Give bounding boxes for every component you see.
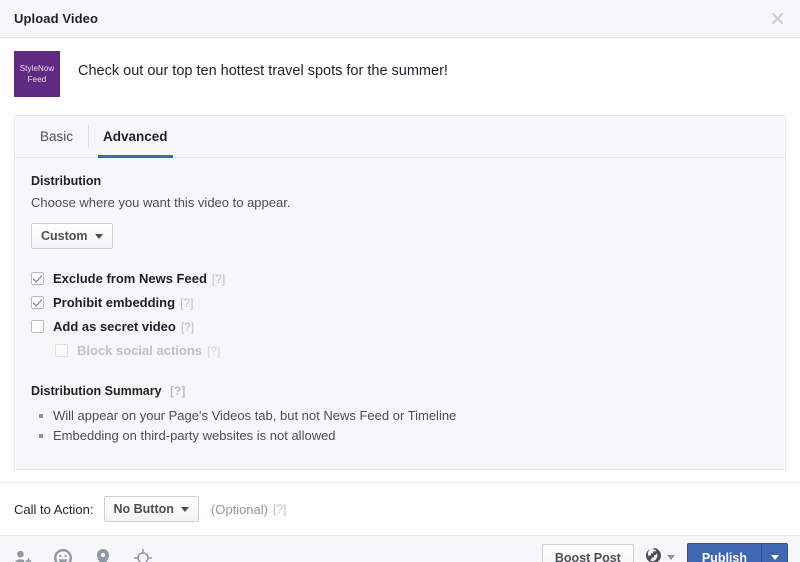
- publish-dropdown-button[interactable]: [761, 543, 787, 562]
- targeting-crosshair-icon[interactable]: [132, 547, 154, 562]
- distribution-summary: Distribution Summary [?] Will appear on …: [31, 384, 769, 445]
- call-to-action-optional-text: (Optional): [210, 501, 268, 517]
- distribution-select[interactable]: Custom: [31, 223, 113, 249]
- tag-person-icon[interactable]: [12, 547, 34, 562]
- distribution-summary-heading: Distribution Summary [?]: [31, 384, 769, 398]
- checkbox-secret-video[interactable]: [31, 320, 44, 333]
- help-icon-secret-video[interactable]: [?]: [181, 320, 194, 334]
- thumbnail-line-1: StyleNow: [19, 64, 55, 73]
- chevron-down-icon: [94, 233, 103, 239]
- tab-strip: Basic Advanced: [15, 116, 785, 158]
- tab-panel: Basic Advanced Distribution Choose where…: [14, 115, 786, 470]
- upload-video-dialog: Upload Video StyleNow Feed Check out our…: [0, 0, 800, 562]
- tab-basic[interactable]: Basic: [25, 116, 88, 157]
- distribution-select-value: Custom: [41, 229, 88, 243]
- page-title: Upload Video: [14, 11, 99, 26]
- distribution-summary-title-text: Distribution Summary: [31, 384, 162, 398]
- list-item: Will appear on your Page's Videos tab, b…: [39, 407, 769, 425]
- checkbox-row-secret-video[interactable]: Add as secret video [?]: [31, 315, 769, 338]
- video-thumbnail: StyleNow Feed: [14, 51, 60, 97]
- boost-post-button[interactable]: Boost Post: [541, 543, 634, 562]
- checkbox-label-block-social-actions: Block social actions: [77, 343, 202, 358]
- tab-content-advanced: Distribution Choose where you want this …: [15, 158, 785, 469]
- publish-button-group: Publish: [686, 542, 788, 562]
- boost-post-label: Boost Post: [554, 550, 621, 562]
- location-pin-icon[interactable]: [92, 547, 114, 562]
- checkbox-row-exclude-news-feed[interactable]: Exclude from News Feed [?]: [31, 267, 769, 290]
- checkbox-label-secret-video: Add as secret video: [53, 319, 176, 334]
- help-icon-exclude-news-feed[interactable]: [?]: [212, 272, 225, 286]
- distribution-heading: Distribution: [31, 174, 102, 188]
- globe-icon: [645, 547, 661, 562]
- chevron-down-icon: [770, 555, 779, 560]
- checkbox-label-prohibit-embedding: Prohibit embedding: [53, 295, 176, 310]
- distribution-options: Exclude from News Feed [?] Prohibit embe…: [31, 267, 769, 362]
- close-icon[interactable]: [764, 6, 790, 32]
- composer-tools: [12, 547, 154, 562]
- checkbox-row-prohibit-embedding[interactable]: Prohibit embedding [?]: [31, 291, 769, 314]
- checkbox-label-exclude-news-feed: Exclude from News Feed: [53, 271, 207, 286]
- tab-advanced-label: Advanced: [103, 129, 168, 144]
- post-caption-text[interactable]: Check out our top ten hottest travel spo…: [78, 51, 448, 81]
- composer-row: StyleNow Feed Check out our top ten hott…: [0, 38, 800, 109]
- chevron-down-icon: [666, 555, 675, 560]
- distribution-description: Choose where you want this video to appe…: [31, 195, 291, 210]
- checkbox-row-block-social-actions: Block social actions [?]: [31, 339, 769, 362]
- chevron-down-icon: [180, 506, 189, 512]
- publish-button[interactable]: Publish: [687, 543, 761, 562]
- call-to-action-label: Call to Action:: [14, 501, 94, 517]
- help-icon-prohibit-embedding[interactable]: [?]: [180, 296, 193, 310]
- dialog-header: Upload Video: [0, 0, 800, 38]
- list-item: Embedding on third-party websites is not…: [39, 427, 769, 445]
- distribution-summary-list: Will appear on your Page's Videos tab, b…: [31, 407, 769, 445]
- checkbox-exclude-news-feed[interactable]: [31, 272, 44, 285]
- call-to-action-select-value: No Button: [113, 502, 174, 516]
- checkbox-block-social-actions: [55, 344, 68, 357]
- help-icon-call-to-action[interactable]: [?]: [273, 502, 286, 516]
- call-to-action-row: Call to Action: No Button (Optional) [?]: [0, 482, 800, 535]
- tab-basic-label: Basic: [40, 129, 74, 144]
- tab-advanced[interactable]: Advanced: [88, 116, 183, 158]
- thumbnail-line-2: Feed: [27, 75, 47, 84]
- privacy-selector[interactable]: [645, 547, 675, 562]
- publish-label: Publish: [701, 550, 747, 562]
- help-icon-block-social-actions: [?]: [207, 343, 221, 358]
- emoji-smiley-icon[interactable]: [52, 547, 74, 562]
- dialog-footer: Boost Post Publish: [0, 535, 800, 562]
- call-to-action-select[interactable]: No Button: [103, 496, 199, 522]
- checkbox-prohibit-embedding[interactable]: [31, 296, 44, 309]
- help-icon-distribution-summary[interactable]: [?]: [170, 384, 185, 398]
